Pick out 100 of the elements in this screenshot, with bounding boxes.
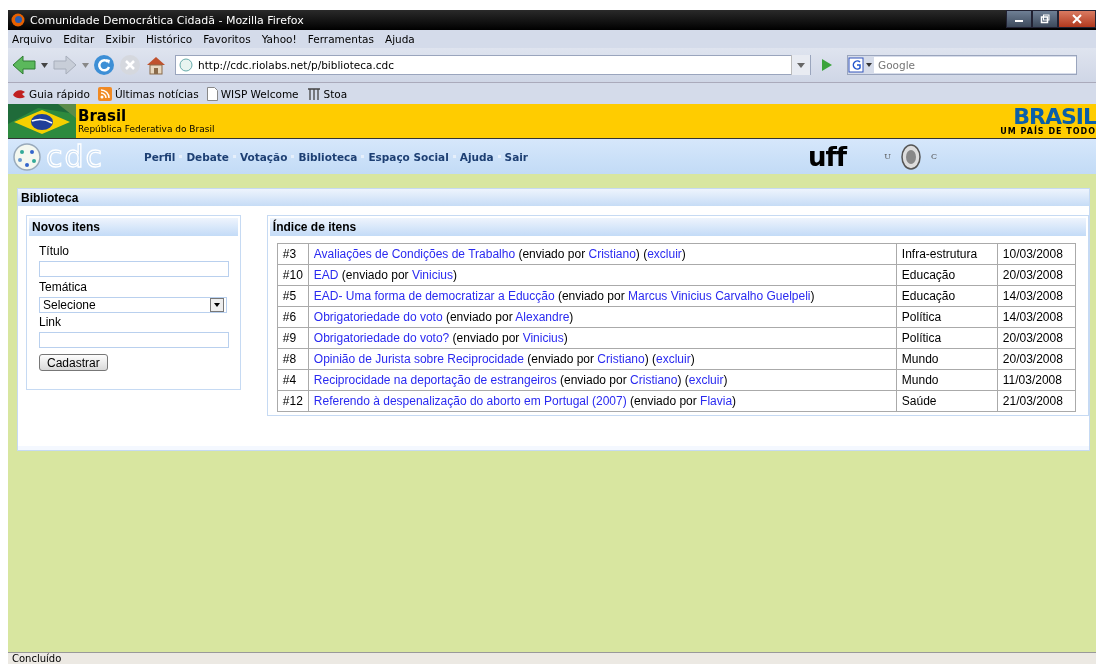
table-cell: EAD- Uma forma de democratizar a Educção (enviado por Marcus Vinicius Carvalho Guelpeli) [308,285,897,307]
minimize-button[interactable] [1006,10,1032,28]
table-cell: Avaliações de Condições de Trabalho (enviado por Cristiano) (excluir) [308,243,897,265]
back-icon[interactable] [11,54,37,76]
link[interactable]: Cristiano [630,373,678,387]
reload-icon[interactable] [93,54,115,76]
menu-item[interactable]: Ajuda [384,33,415,45]
table-cell: 20/03/2008 [997,348,1076,370]
table-cell: Obrigatoriedade do voto (enviado por Alexandre) [308,306,897,328]
restore-icon [1040,14,1050,24]
restore-button[interactable] [1032,10,1058,28]
bookmark-item[interactable]: WISP Welcome [206,86,299,101]
seal-icon [900,143,921,170]
document-icon [206,86,218,101]
banner-subtitle: República Federativa do Brasil [78,124,215,134]
browser-logo-icon [11,13,25,27]
rss-icon [97,86,112,101]
table-cell: #5 [277,285,309,307]
seal-letter: C [930,152,938,161]
nav-link[interactable]: Ajuda [459,150,494,163]
table-cell: Mundo [896,348,998,370]
link[interactable]: Vinicius [522,331,564,345]
nav-link[interactable]: Sair [504,150,529,163]
site-logo: cdc [46,141,106,172]
table-cell: #4 [277,369,309,391]
link[interactable]: excluir [647,247,682,261]
menu-item[interactable]: Histórico [145,33,193,45]
select-field[interactable]: Selecione [39,297,227,313]
table-cell: Infra-estrutura [896,243,998,265]
table-cell: EAD (enviado por Vinicius) [308,264,897,286]
menu-item[interactable]: Arquivo [12,33,53,45]
field-label: Link [39,315,61,330]
seal-letter: U [884,152,891,161]
table-cell: #9 [277,327,309,349]
page-title: Biblioteca [18,189,1089,206]
table-cell: Mundo [896,369,998,391]
field-label: Temática [39,280,88,295]
link[interactable]: Referendo à despenalização do aborto em Portugal (2007) [313,394,627,408]
address-bar[interactable]: http://cdc.riolabs.net/p/biblioteca.cdc [175,55,811,75]
table-cell: Referendo à despenalização do aborto em Portugal (2007) (enviado por Flavia) [308,390,897,412]
brasil-logo: BRASIL UM PAÍS DE TODO [999,106,1096,136]
table-cell: 10/03/2008 [997,243,1076,265]
link[interactable]: Cristiano [588,247,636,261]
menu-item[interactable]: Editar [63,33,95,45]
input-field[interactable] [39,261,229,277]
link[interactable]: EAD [313,268,339,282]
window-title: Comunidade Democrática Cidadã - Mozilla Firefox [30,13,304,27]
nav-link[interactable]: Perfil [144,150,176,163]
partner-logo: uff [808,143,847,170]
table-cell: Política [896,306,998,328]
link[interactable]: excluir [656,352,691,366]
link[interactable]: Vinicius [411,268,454,282]
nav-link[interactable]: Biblioteca [298,150,358,163]
link[interactable]: Reciprocidade na deportação de estrangeiros [313,373,557,387]
link[interactable]: Flavia [700,394,733,408]
dropdown-icon[interactable] [210,298,224,312]
menu-item[interactable]: Ferramentas [307,33,374,45]
link[interactable]: Obrigatoriedade do voto? [313,331,450,345]
bookmark-item[interactable]: Últimas notícias [97,86,199,101]
link[interactable]: Avaliações de Condições de Trabalho [313,247,516,261]
link[interactable]: Cristiano [597,352,645,366]
link[interactable]: Opinião de Jurista sobre Reciprocidade [313,352,524,366]
caret-icon[interactable] [41,62,48,68]
link[interactable]: EAD- Uma forma de democratizar a Educção [313,289,555,303]
panel-title: Novos itens [29,218,238,236]
bookmark-item[interactable]: Guia rápido [12,87,90,100]
table-cell: 14/03/2008 [997,306,1076,328]
home-icon[interactable] [145,54,167,76]
table-cell: #10 [277,264,309,286]
stoa-icon [306,86,321,101]
table-cell: 20/03/2008 [997,327,1076,349]
menu-item[interactable]: Exibir [105,33,135,45]
close-icon [1072,14,1082,24]
input-field[interactable] [39,332,229,348]
table-cell: Reciprocidade na deportação de estrangeiros (enviado por Cristiano) (excluir) [308,369,897,391]
submit-button[interactable]: Cadastrar [39,354,108,371]
link[interactable]: Alexandre [515,310,570,324]
nav-link[interactable]: Debate [186,150,229,163]
table-cell: Educação [896,264,998,286]
table-cell: 20/03/2008 [997,264,1076,286]
close-button[interactable] [1058,10,1096,28]
table-cell: Opinião de Jurista sobre Reciprocidade (enviado por Cristiano) (excluir) [308,348,897,370]
table-cell: Política [896,327,998,349]
search-field[interactable]: Google [847,55,1077,75]
nav-link[interactable]: Espaço Social [368,150,449,163]
globe-logo-icon [10,141,44,172]
status-text: Concluído [12,653,62,664]
link[interactable]: excluir [688,373,724,387]
link[interactable]: Obrigatoriedade do voto [313,310,443,324]
table-cell: #6 [277,306,309,328]
menu-item[interactable]: Favoritos [203,33,251,45]
table-cell: 21/03/2008 [997,390,1076,412]
menu-item[interactable]: Yahoo! [261,33,297,45]
table-cell: #12 [277,390,309,412]
banner-title: Brasil [78,108,128,124]
search-engine-icon[interactable] [848,57,874,73]
table-cell: 14/03/2008 [997,285,1076,307]
nav-link[interactable]: Votação [240,150,288,163]
link[interactable]: Marcus Vinicius Carvalho Guelpeli [628,289,811,303]
bookmark-item[interactable]: Stoa [306,86,348,101]
